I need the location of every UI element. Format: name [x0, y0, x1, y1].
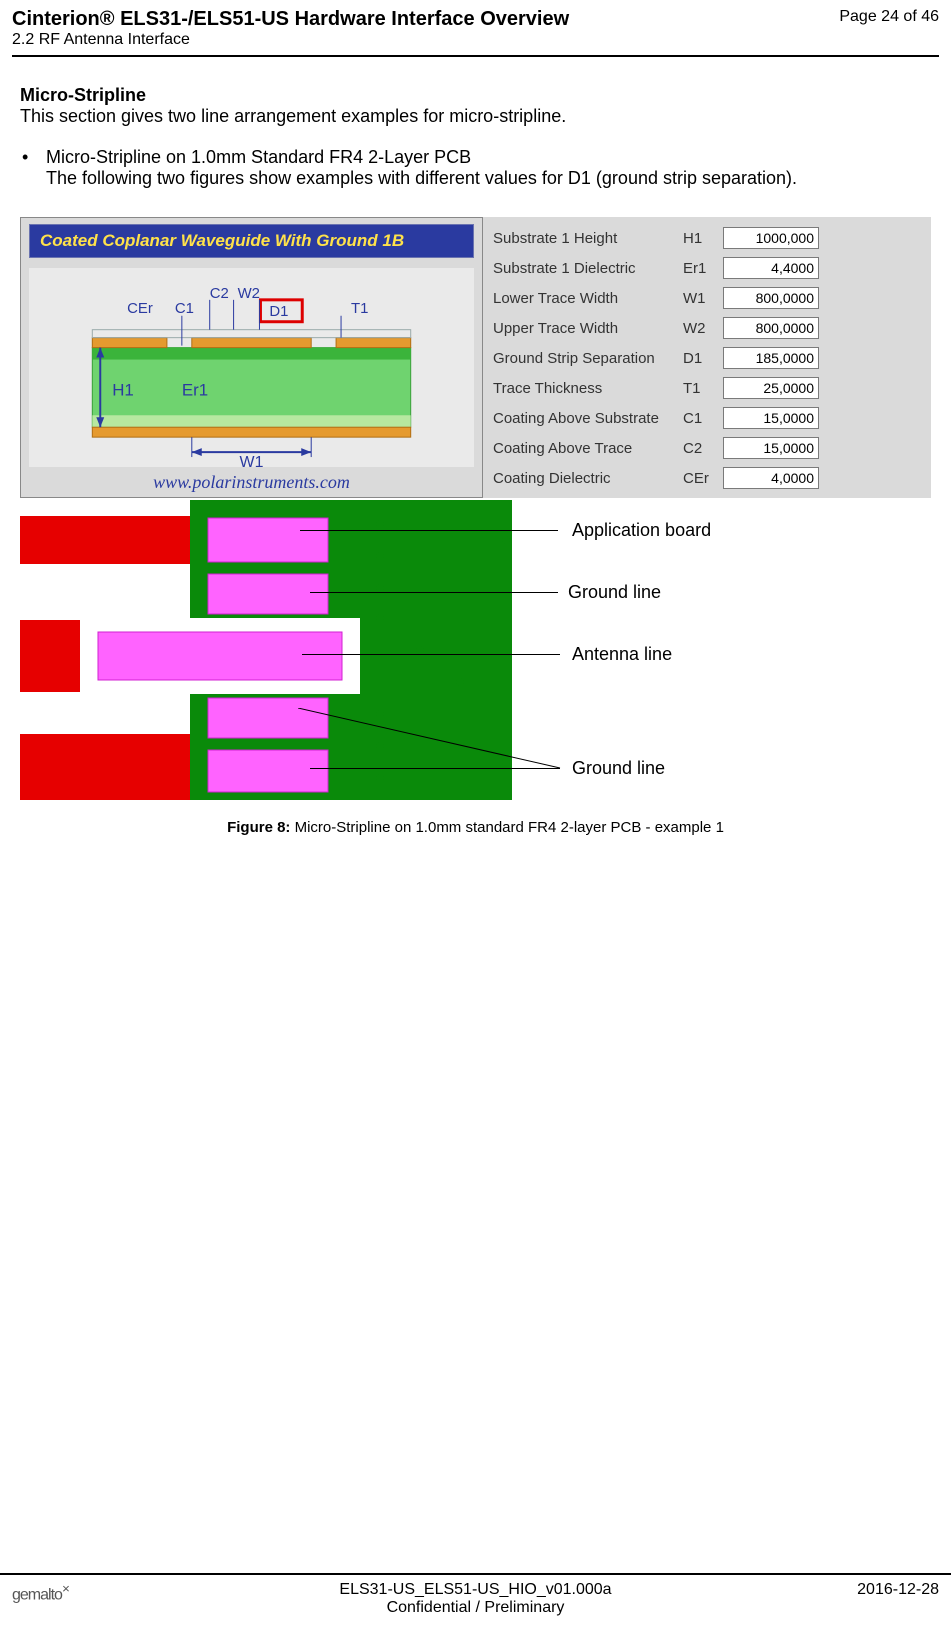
param-label: Upper Trace Width [493, 320, 683, 337]
param-row: Coating DielectricCEr [493, 463, 925, 493]
header-left: Cinterion® ELS31-/ELS51-US Hardware Inte… [12, 8, 569, 49]
label-w2: W2 [238, 285, 260, 302]
callout-line [440, 530, 558, 531]
label-cer: CEr [127, 300, 153, 317]
param-input-d1[interactable] [723, 347, 819, 369]
label-w1: W1 [240, 454, 264, 467]
waveguide-panel: Coated Coplanar Waveguide With Ground 1B [20, 217, 483, 498]
footer-confidential: Confidential / Preliminary [329, 1599, 622, 1617]
bullet-head: Micro-Stripline on 1.0mm Standard FR4 2-… [46, 147, 471, 167]
param-row: Upper Trace WidthW2 [493, 313, 925, 343]
param-label: Lower Trace Width [493, 290, 683, 307]
figure-caption: Figure 8: Micro-Stripline on 1.0mm stand… [20, 819, 931, 836]
param-input-w2[interactable] [723, 317, 819, 339]
footer-date: 2016-12-28 [634, 1575, 951, 1641]
page-footer: gemalto× ELS31-US_ELS51-US_HIO_v01.000a … [0, 1573, 951, 1641]
label-c2: C2 [210, 285, 229, 302]
param-row: Coating Above TraceC2 [493, 433, 925, 463]
params-row: Coated Coplanar Waveguide With Ground 1B [20, 217, 931, 498]
param-input-t1[interactable] [723, 377, 819, 399]
label-c1: C1 [175, 300, 194, 317]
micro-stripline-title: Micro-Stripline [20, 85, 931, 106]
figure-caption-text: Micro-Stripline on 1.0mm standard FR4 2-… [290, 819, 724, 836]
header-rule [12, 55, 939, 57]
waveguide-svg: CEr C1 C2 W2 D1 T1 H1 Er1 [29, 268, 474, 467]
param-label: Substrate 1 Height [493, 230, 683, 247]
param-sym: C2 [683, 440, 723, 457]
param-row: Lower Trace WidthW1 [493, 283, 925, 313]
gemalto-logo: gemalto [12, 1586, 62, 1603]
param-label: Trace Thickness [493, 380, 683, 397]
pcb-crosssection-wrap: Application board Ground line Antenna li… [20, 500, 950, 805]
param-sym: T1 [683, 380, 723, 397]
param-sym: W2 [683, 320, 723, 337]
footer-left: gemalto× [0, 1575, 317, 1641]
param-label: Coating Dielectric [493, 470, 683, 487]
param-sym: H1 [683, 230, 723, 247]
param-sym: W1 [683, 290, 723, 307]
param-input-c1[interactable] [723, 407, 819, 429]
label-h1: H1 [112, 380, 134, 399]
param-label: Coating Above Substrate [493, 410, 683, 427]
waveguide-title: Coated Coplanar Waveguide With Ground 1B [29, 224, 474, 258]
label-er1: Er1 [182, 380, 208, 399]
param-sym: D1 [683, 350, 723, 367]
param-input-er1[interactable] [723, 257, 819, 279]
param-row: Substrate 1 HeightH1 [493, 223, 925, 253]
bullet-text: Micro-Stripline on 1.0mm Standard FR4 2-… [46, 147, 931, 189]
bullet-item: • Micro-Stripline on 1.0mm Standard FR4 … [20, 147, 931, 189]
figure-caption-prefix: Figure 8: [227, 819, 290, 836]
callout-diag-line [298, 708, 568, 772]
param-row: Trace ThicknessT1 [493, 373, 925, 403]
param-sym: C1 [683, 410, 723, 427]
param-input-cer[interactable] [723, 467, 819, 489]
callout-ground-2: Ground line [572, 758, 665, 779]
callout-antenna: Antenna line [572, 644, 672, 665]
bullet-body: The following two figures show examples … [46, 168, 797, 188]
callout-line [302, 654, 560, 655]
label-t1: T1 [351, 300, 368, 317]
params-panel: Substrate 1 HeightH1 Substrate 1 Dielect… [483, 217, 931, 498]
bullet-marker: • [22, 147, 28, 189]
page-number: Page 24 of 46 [839, 8, 939, 49]
param-sym: CEr [683, 470, 723, 487]
page-header: Cinterion® ELS31-/ELS51-US Hardware Inte… [0, 0, 951, 51]
param-input-h1[interactable] [723, 227, 819, 249]
doc-title: Cinterion® ELS31-/ELS51-US Hardware Inte… [12, 8, 569, 31]
param-label: Substrate 1 Dielectric [493, 260, 683, 277]
param-label: Ground Strip Separation [493, 350, 683, 367]
waveguide-url: www.polarinstruments.com [21, 472, 482, 493]
param-row: Substrate 1 DielectricEr1 [493, 253, 925, 283]
footer-doc-id: ELS31-US_ELS51-US_HIO_v01.000a [329, 1581, 622, 1599]
callout-line [300, 530, 440, 531]
param-row: Ground Strip SeparationD1 [493, 343, 925, 373]
param-label: Coating Above Trace [493, 440, 683, 457]
callout-app-board: Application board [572, 520, 711, 541]
param-sym: Er1 [683, 260, 723, 277]
section-ref: 2.2 RF Antenna Interface [12, 31, 569, 49]
footer-center: ELS31-US_ELS51-US_HIO_v01.000a Confident… [317, 1575, 634, 1641]
micro-stripline-desc: This section gives two line arrangement … [20, 106, 931, 127]
param-input-c2[interactable] [723, 437, 819, 459]
waveguide-drawing: CEr C1 C2 W2 D1 T1 H1 Er1 [29, 268, 474, 467]
param-row: Coating Above SubstrateC1 [493, 403, 925, 433]
figure-block: Coated Coplanar Waveguide With Ground 1B [20, 217, 931, 836]
content-area: Micro-Stripline This section gives two l… [0, 85, 951, 836]
param-input-w1[interactable] [723, 287, 819, 309]
callout-ground-1: Ground line [568, 582, 661, 603]
callout-line [310, 592, 558, 593]
label-d1: D1 [269, 303, 288, 320]
